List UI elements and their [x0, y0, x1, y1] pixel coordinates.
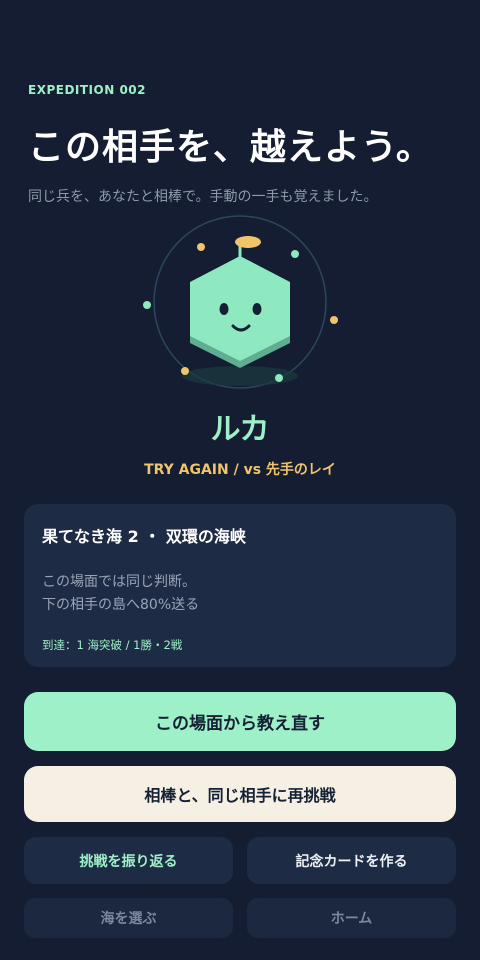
- left-eye: [219, 303, 229, 315]
- orbit-dot: [197, 243, 205, 251]
- orbit-dot: [275, 374, 283, 382]
- stage-card: 果てなき海 2 ・ 双環の海峡 この場面では同じ判断。 下の相手の島へ80%送る…: [24, 504, 456, 667]
- orbit-dot: [143, 301, 151, 309]
- progress-meta: 到達：1 海突破 / 1勝・2戦: [42, 638, 183, 652]
- retry-tagline: TRY AGAIN / vs 先手のレイ: [144, 462, 336, 478]
- page-title: この相手を、越えよう。: [28, 127, 433, 168]
- right-eye: [252, 303, 262, 315]
- partner-name: ルカ: [210, 412, 270, 447]
- orbit-dot: [330, 316, 338, 324]
- rematch-button[interactable]: 相棒と、同じ相手に再挑戦: [24, 766, 456, 822]
- antenna-leaf: [235, 236, 261, 248]
- choose-sea-button[interactable]: 海を選ぶ: [24, 898, 233, 938]
- expedition-label: EXPEDITION 002: [28, 83, 146, 97]
- orbit-dot: [291, 250, 299, 258]
- stage-note: 下の相手の島へ80%送る: [42, 597, 200, 613]
- review-challenge-button[interactable]: 挑戦を振り返る: [24, 837, 233, 884]
- home-button[interactable]: ホーム: [247, 898, 456, 938]
- partner-avatar-illustration: [143, 215, 338, 389]
- reteach-button[interactable]: この場面から教え直す: [24, 692, 456, 751]
- make-memorial-card-button[interactable]: 記念カードを作る: [247, 837, 456, 884]
- orbit-dot: [181, 367, 189, 375]
- stage-note: この場面では同じ判断。: [42, 574, 196, 590]
- page-subtitle: 同じ兵を、あなたと相棒で。手動の一手も覚えました。: [28, 189, 378, 205]
- partner-avatar: [140, 212, 340, 392]
- stage-title: 果てなき海 2 ・ 双環の海峡: [42, 527, 246, 546]
